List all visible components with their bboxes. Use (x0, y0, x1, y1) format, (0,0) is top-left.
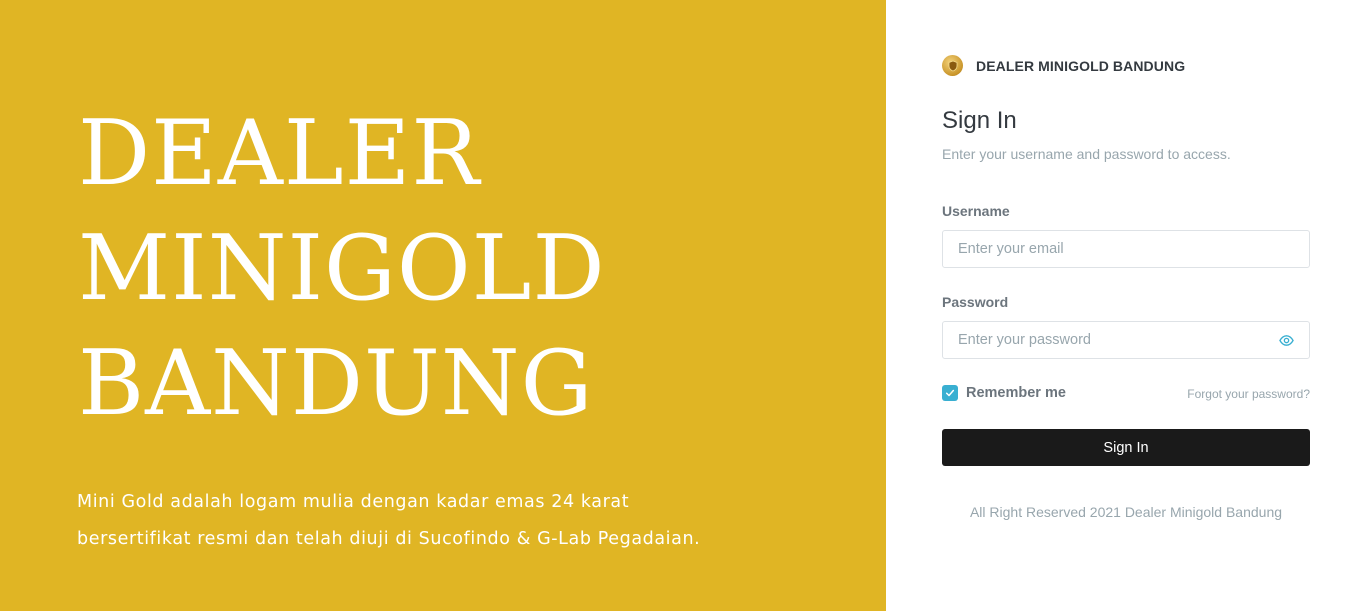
brand[interactable]: DEALER MINIGOLD BANDUNG (942, 55, 1185, 76)
forgot-password-link[interactable]: Forgot your password? (1187, 387, 1310, 401)
username-input[interactable] (942, 230, 1310, 268)
login-panel: DEALER MINIGOLD BANDUNG Sign In Enter yo… (886, 0, 1366, 611)
hero-title-line-3: BANDUNG (78, 331, 594, 436)
hero-description: Mini Gold adalah logam mulia dengan kada… (77, 484, 797, 558)
shield-mark-icon (948, 60, 957, 71)
remember-label: Remember me (966, 385, 1066, 401)
hero-description-line-2: bersertifikat resmi dan telah diuji di S… (77, 529, 701, 549)
footer-copyright: All Right Reserved 2021 Dealer Minigold … (969, 504, 1283, 520)
hero-title-line-2: MINIGOLD (78, 216, 606, 321)
hero-title: DEALER MINIGOLD BANDUNG (78, 96, 606, 441)
username-label: Username (942, 203, 1010, 219)
page-title: Sign In (942, 107, 1017, 134)
gold-coin-logo-icon (942, 55, 963, 76)
sign-in-button[interactable]: Sign In (942, 429, 1310, 466)
eye-icon[interactable] (1278, 332, 1294, 348)
password-input[interactable] (942, 321, 1310, 359)
check-icon (945, 389, 955, 397)
remember-me[interactable]: Remember me (942, 385, 1066, 401)
hero-description-line-1: Mini Gold adalah logam mulia dengan kada… (77, 492, 630, 512)
brand-name: DEALER MINIGOLD BANDUNG (976, 57, 1186, 74)
hero-panel: DEALER MINIGOLD BANDUNG Mini Gold adalah… (0, 0, 886, 611)
password-label: Password (942, 294, 1009, 310)
hero-title-line-1: DEALER (78, 101, 481, 206)
remember-checkbox[interactable] (942, 385, 958, 401)
page-subtitle: Enter your username and password to acce… (942, 146, 1231, 162)
